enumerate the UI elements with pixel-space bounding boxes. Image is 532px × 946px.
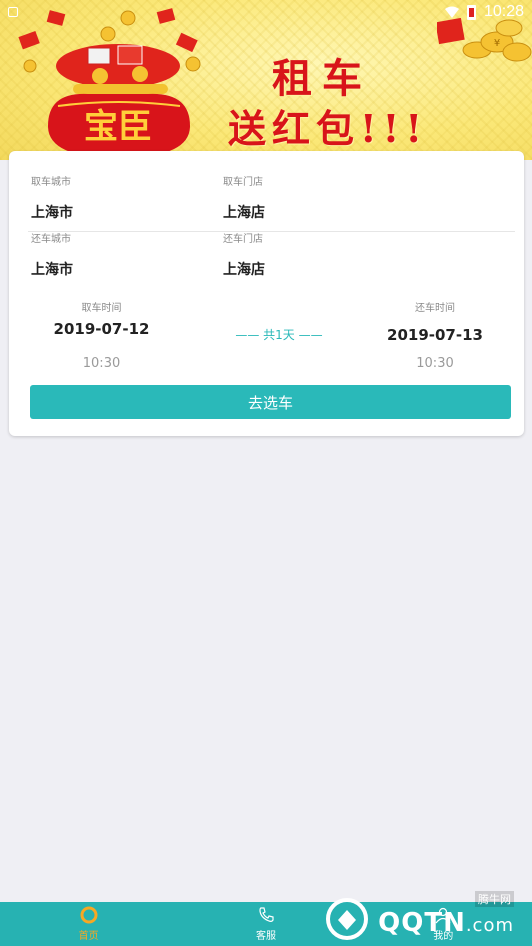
watermark-logo-icon — [326, 898, 368, 940]
return-store-label: 还车门店 — [223, 234, 263, 245]
watermark-suffix: .com — [465, 915, 514, 936]
phone-icon — [259, 907, 274, 922]
svg-text:宝臣: 宝臣 — [84, 107, 152, 147]
pickup-store-label: 取车门店 — [223, 177, 263, 188]
status-bar: 10:28 — [0, 0, 532, 24]
booking-card: 取车城市 上海市 取车门店 上海店 还车城市 上海市 还车门店 上海店 取车时间… — [9, 151, 524, 436]
watermark-text: QQTN.com — [378, 908, 514, 938]
pickup-date: 2019-07-12 — [53, 320, 150, 338]
status-clock: 10:28 — [483, 3, 524, 20]
promo-banner[interactable]: 宝臣 ¥ 租车 送红包!!! — [0, 0, 532, 160]
svg-text:¥: ¥ — [494, 38, 500, 49]
pickup-hour: 10:30 — [82, 356, 121, 371]
watermark: 腾牛网 QQTN.com — [314, 891, 524, 944]
return-city-value: 上海市 — [31, 262, 73, 278]
money-bag-icon: 宝臣 — [18, 8, 201, 158]
return-hour: 10:30 — [416, 356, 454, 371]
watermark-brand: QQTN — [378, 908, 466, 938]
pickup-time-label: 取车时间 — [81, 303, 122, 314]
return-city-field[interactable]: 还车城市 上海市 — [31, 233, 73, 279]
pickup-city-label: 取车城市 — [31, 177, 71, 188]
banner-title-line2: 送红包!!! — [228, 106, 429, 151]
return-time-field[interactable]: 还车时间 2019-07-13 10:30 — [385, 299, 485, 371]
pickup-store-field[interactable]: 取车门店 上海店 — [223, 176, 265, 222]
return-store-value: 上海店 — [223, 262, 265, 278]
rental-duration: —— 共1天 —— — [235, 328, 323, 342]
return-location-row: 还车城市 上海市 还车门店 上海店 — [28, 233, 515, 289]
return-city-label: 还车城市 — [31, 234, 71, 245]
return-store-field[interactable]: 还车门店 上海店 — [223, 233, 265, 279]
battery-icon — [466, 4, 476, 20]
pickup-time-field[interactable]: 取车时间 2019-07-12 10:30 — [49, 299, 154, 371]
pickup-location-row: 取车城市 上海市 取车门店 上海店 — [28, 176, 515, 232]
pickup-store-value: 上海店 — [223, 205, 265, 221]
watermark-site: 腾牛网 — [475, 891, 514, 907]
home-icon — [80, 906, 98, 924]
pickup-city-value: 上海市 — [31, 205, 73, 221]
notification-icon — [8, 7, 18, 17]
wifi-icon — [444, 6, 459, 18]
return-time-label: 还车时间 — [415, 303, 455, 314]
banner-title-line1: 租车 — [272, 55, 372, 102]
nav-item-home[interactable]: 首页 — [0, 902, 177, 946]
nav-item-home-label: 首页 — [78, 931, 99, 942]
nav-item-service-label: 客服 — [255, 931, 276, 942]
choose-car-button[interactable]: 去选车 — [30, 385, 511, 419]
pickup-city-field[interactable]: 取车城市 上海市 — [31, 176, 73, 222]
return-date: 2019-07-13 — [387, 326, 483, 344]
